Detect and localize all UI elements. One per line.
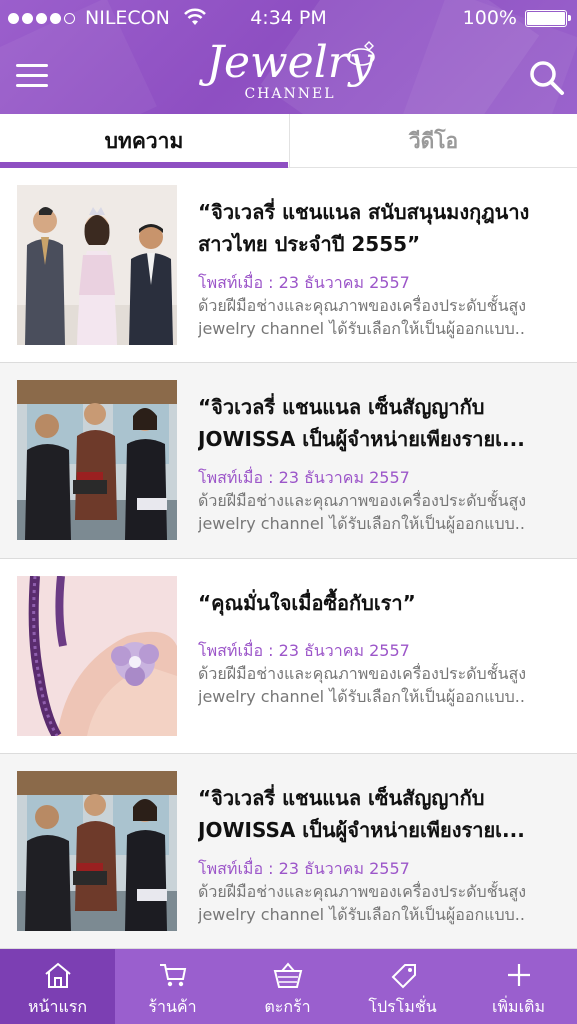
nav-promotion-label: โปรโมชั่น bbox=[368, 997, 437, 1016]
tab-videos-label: วีดีโอ bbox=[408, 128, 459, 153]
basket-icon bbox=[273, 962, 303, 988]
article-date: โพสท์เมื่อ : 23 ธันวาคม 2557 bbox=[198, 273, 410, 292]
article-description-line2: jewelry channel ได้รับเลือกให้เป็นผู้ออก… bbox=[198, 905, 525, 924]
tab-articles[interactable]: บทความ bbox=[0, 114, 288, 168]
article-title-line2: JOWISSA เป็นผู้จำหน่ายเพียงรายเ... bbox=[198, 818, 525, 842]
tag-icon bbox=[391, 964, 416, 989]
article-description: ด้วยฝีมือช่างและคุณภาพของเครื่องประดับชั… bbox=[198, 296, 527, 315]
article-thumbnail bbox=[17, 185, 177, 345]
battery-percentage: 100% bbox=[462, 7, 517, 29]
article-description: ด้วยฝีมือช่างและคุณภาพของเครื่องประดับชั… bbox=[198, 491, 527, 510]
search-icon[interactable] bbox=[527, 58, 565, 96]
battery-icon bbox=[525, 10, 571, 27]
article-title-line2: สาวไทย ประจำปี 2555” bbox=[198, 232, 421, 256]
nav-basket-label: ตะกร้า bbox=[264, 997, 311, 1016]
nav-shop[interactable]: ร้านค้า bbox=[115, 949, 230, 1024]
article-date: โพสท์เมื่อ : 23 ธันวาคม 2557 bbox=[198, 468, 410, 487]
article-description-line2: jewelry channel ได้รับเลือกให้เป็นผู้ออก… bbox=[198, 514, 525, 533]
article-date: โพสท์เมื่อ : 23 ธันวาคม 2557 bbox=[198, 859, 410, 878]
status-bar: NILECON 4:34 PM 100% bbox=[0, 0, 577, 36]
hamburger-menu-icon[interactable] bbox=[16, 64, 48, 88]
nav-basket[interactable]: ตะกร้า bbox=[230, 949, 345, 1024]
plus-icon bbox=[508, 964, 530, 986]
article-title: “จิวเวลรี่ แชนแนล เซ็นสัญญากับ bbox=[198, 786, 485, 810]
article-thumbnail bbox=[17, 771, 177, 931]
article-description-line2: jewelry channel ได้รับเลือกให้เป็นผู้ออก… bbox=[198, 319, 525, 338]
home-icon bbox=[45, 962, 71, 988]
ring-icon bbox=[347, 41, 375, 66]
tab-videos[interactable]: วีดีโอ bbox=[289, 114, 577, 168]
cart-icon bbox=[160, 964, 187, 987]
article-thumbnail bbox=[17, 576, 177, 736]
article-item[interactable]: “คุณมั่นใจเมื่อซื้อกับเรา” โพสท์เมื่อ : … bbox=[0, 559, 577, 754]
article-description: ด้วยฝีมือช่างและคุณภาพของเครื่องประดับชั… bbox=[198, 882, 527, 901]
content-tabs: บทความ วีดีโอ bbox=[0, 114, 577, 168]
logo-subtext: CHANNEL bbox=[244, 86, 336, 102]
nav-promotion[interactable]: โปรโมชั่น bbox=[345, 949, 460, 1024]
article-title: “คุณมั่นใจเมื่อซื้อกับเรา” bbox=[198, 591, 416, 615]
article-item[interactable]: “จิวเวลรี่ แชนแนล เซ็นสัญญากับ JOWISSA เ… bbox=[0, 363, 577, 559]
article-title-line2: JOWISSA เป็นผู้จำหน่ายเพียงรายเ... bbox=[198, 427, 525, 451]
article-item[interactable]: “จิวเวลรี่ แชนแนล สนับสนุนมงกุฎนาง สาวไท… bbox=[0, 168, 577, 363]
article-item[interactable]: “จิวเวลรี่ แชนแนล เซ็นสัญญากับ JOWISSA เ… bbox=[0, 754, 577, 949]
article-title: “จิวเวลรี่ แชนแนล เซ็นสัญญากับ bbox=[198, 395, 485, 419]
article-description-line2: jewelry channel ได้รับเลือกให้เป็นผู้ออก… bbox=[198, 687, 525, 706]
tab-articles-label: บทความ bbox=[104, 128, 184, 153]
article-title: “จิวเวลรี่ แชนแนล สนับสนุนมงกุฎนาง bbox=[198, 200, 530, 224]
article-date: โพสท์เมื่อ : 23 ธันวาคม 2557 bbox=[198, 641, 410, 660]
bottom-navigation: หน้าแรก ร้านค้า ตะกร้า โปรโมชั่น เพิ่มเต… bbox=[0, 949, 577, 1024]
nav-more[interactable]: เพิ่มเติม bbox=[460, 949, 577, 1024]
nav-shop-label: ร้านค้า bbox=[148, 997, 197, 1016]
jewelry-channel-logo: Jewelry CHANNEL bbox=[195, 38, 385, 104]
app-header: NILECON 4:34 PM 100% Jewelry CHANNEL bbox=[0, 0, 577, 114]
nav-home[interactable]: หน้าแรก bbox=[0, 949, 115, 1024]
nav-more-label: เพิ่มเติม bbox=[492, 997, 545, 1016]
article-description: ด้วยฝีมือช่างและคุณภาพของเครื่องประดับชั… bbox=[198, 664, 527, 683]
nav-home-label: หน้าแรก bbox=[27, 997, 88, 1016]
article-thumbnail bbox=[17, 380, 177, 540]
